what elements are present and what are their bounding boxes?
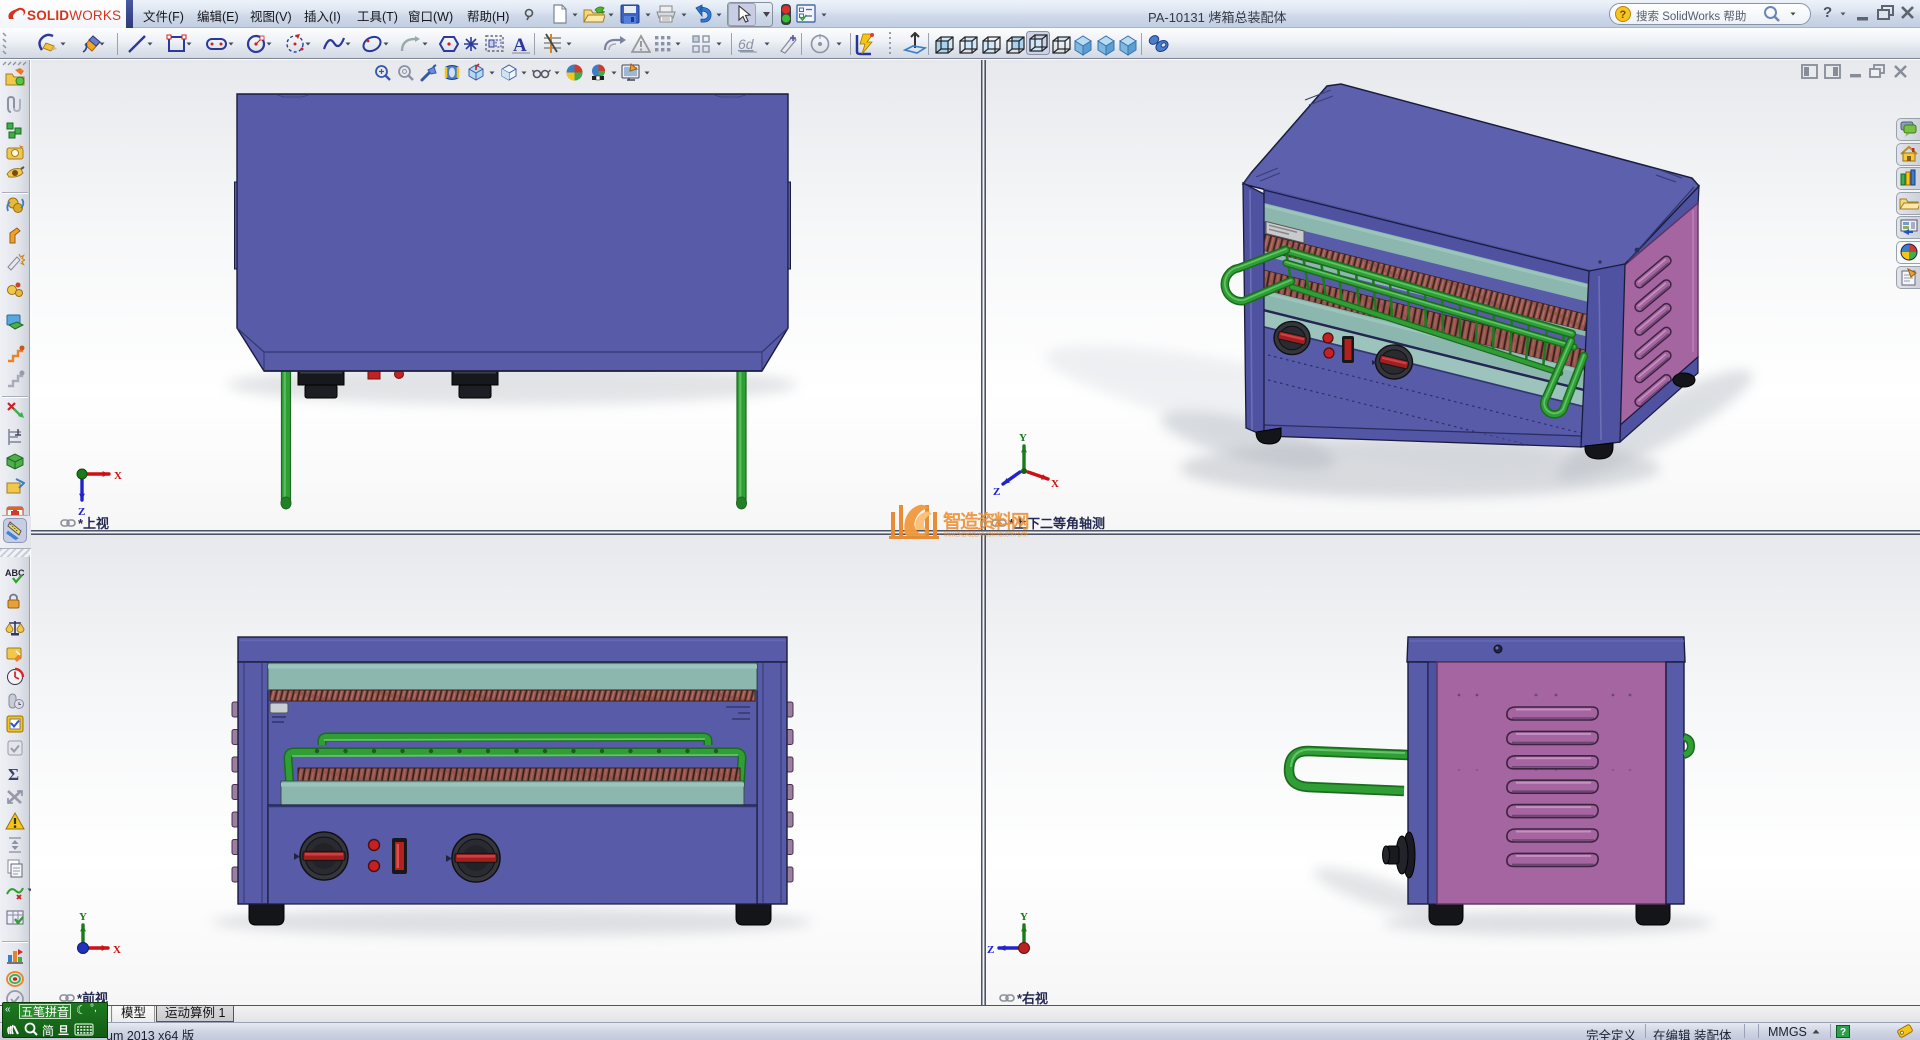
svg-text:Y: Y: [79, 911, 87, 923]
svg-text:*右视: *右视: [1017, 991, 1048, 1005]
svg-text:WWW.ZHIZAOZILIAO.COM INDUSTRY: WWW.ZHIZAOZILIAO.COM INDUSTRY DATA: [944, 533, 1028, 539]
svg-text:X: X: [114, 470, 122, 482]
svg-text:A: A: [513, 35, 527, 55]
svg-text:Y: Y: [1020, 911, 1028, 923]
svg-text:*上视: *上视: [78, 516, 109, 531]
svg-text:X: X: [113, 944, 121, 956]
svg-text:Z: Z: [987, 944, 994, 956]
svg-text:?: ?: [1620, 9, 1627, 21]
svg-text:Z: Z: [993, 486, 1000, 498]
svg-text:Y: Y: [1019, 432, 1027, 444]
svg-text:6d: 6d: [738, 36, 755, 52]
svg-text:SOLIDWORKS: SOLIDWORKS: [27, 8, 121, 23]
svg-text:Σ: Σ: [8, 765, 19, 784]
svg-text:X: X: [1051, 478, 1059, 490]
svg-text:智造资料网: 智造资料网: [943, 511, 1029, 532]
